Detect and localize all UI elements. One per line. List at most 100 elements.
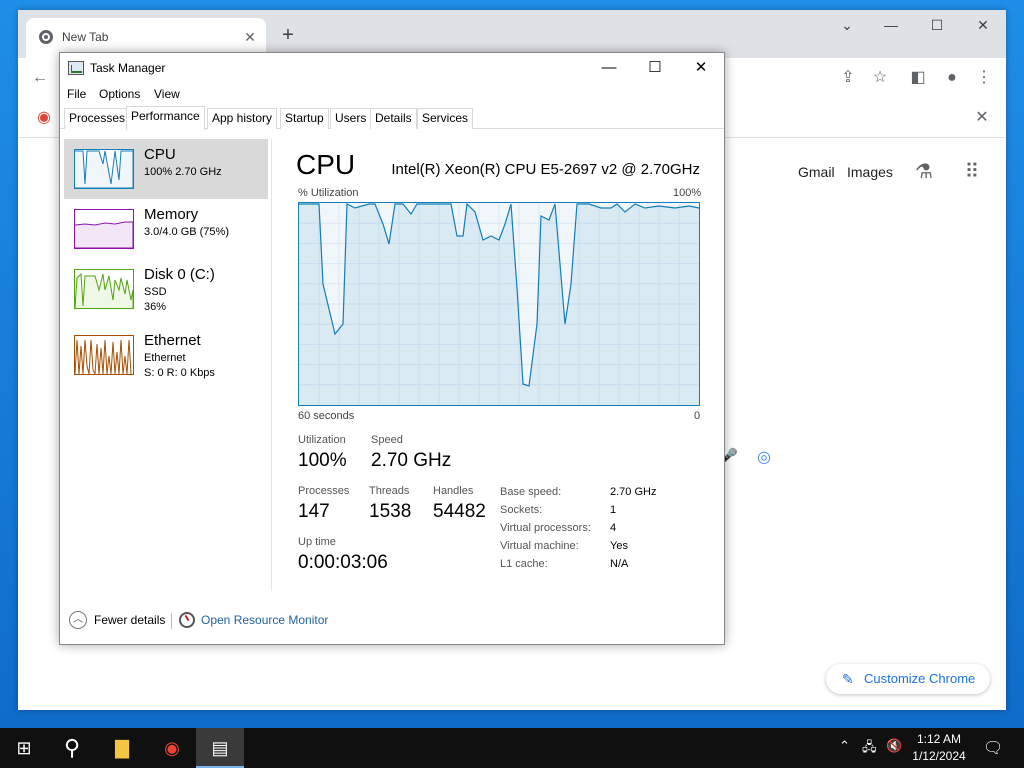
task-manager-taskbar-icon[interactable]: ▤ — [196, 728, 244, 768]
resource-monitor-icon — [179, 612, 195, 628]
spec-virtual-machine-label: Virtual machine: — [500, 540, 579, 552]
gmail-link[interactable]: Gmail — [798, 164, 835, 180]
notifications-icon[interactable]: 🗨 — [983, 738, 1003, 758]
search-icon[interactable]: ⚲ — [48, 728, 96, 768]
footer-divider — [171, 613, 172, 629]
apps-grid-icon[interactable]: ⠿ — [960, 160, 984, 184]
resource-cpu[interactable]: CPU 100% 2.70 GHz — [64, 139, 268, 199]
tray-chevron-up-icon[interactable]: ⌃ — [839, 738, 850, 754]
utilization-value: 100% — [298, 450, 347, 471]
taskbar: ⊞ ⚲ ▇ ◉ ▤ ⌃ 🖧 🔇 1:12 AM 1/12/2024 🗨 — [0, 728, 1024, 768]
start-button[interactable]: ⊞ — [0, 728, 48, 768]
customize-chrome-button[interactable]: ✎ Customize Chrome — [826, 664, 990, 694]
more-menu-icon[interactable]: ⋮ — [972, 66, 996, 90]
tab-users[interactable]: Users — [330, 108, 372, 129]
close-bar-icon[interactable]: ✕ — [970, 106, 994, 130]
lens-search-icon[interactable]: ◎ — [752, 446, 776, 470]
graph-min-label: 0 — [694, 410, 701, 422]
chevron-down-icon[interactable]: ⌄ — [824, 10, 870, 40]
system-clock[interactable]: 1:12 AM 1/12/2024 — [904, 731, 974, 765]
resource-memory-usage: 3.0/4.0 GB (75%) — [144, 226, 229, 238]
spec-l1-cache-value: N/A — [610, 558, 629, 570]
task-manager-titlebar[interactable]: Task Manager — ☐ ✕ — [60, 53, 724, 83]
spec-l1-cache-label: L1 cache: — [500, 558, 548, 570]
close-window-button[interactable]: ✕ — [960, 10, 1006, 40]
cpu-thumbnail — [74, 149, 134, 189]
resource-cpu-usage: 100% 2.70 GHz — [144, 166, 222, 178]
processes-value: 147 — [298, 501, 330, 522]
maximize-button[interactable]: ☐ — [914, 10, 960, 40]
bookmark-star-icon[interactable]: ☆ — [868, 66, 892, 90]
tab-app-history[interactable]: App history — [207, 108, 278, 129]
cpu-utilization-graph — [298, 202, 700, 406]
tab-services[interactable]: Services — [417, 108, 474, 129]
maximize-button[interactable]: ☐ — [632, 53, 678, 83]
tab-processes[interactable]: Processes — [64, 108, 131, 129]
tab-startup[interactable]: Startup — [280, 108, 329, 129]
resource-ethernet-adapter: Ethernet — [144, 352, 186, 364]
resource-memory-name: Memory — [144, 206, 199, 223]
chrome-taskbar-icon[interactable]: ◉ — [148, 728, 196, 768]
open-resource-monitor-link[interactable]: Open Resource Monitor — [201, 613, 328, 627]
profile-avatar-icon[interactable]: ● — [940, 66, 964, 90]
network-icon[interactable]: 🖧 — [862, 738, 877, 760]
spec-sockets-label: Sockets: — [500, 504, 543, 516]
clock-time: 1:12 AM — [916, 732, 962, 746]
volume-muted-icon[interactable]: 🔇 — [886, 738, 902, 754]
task-manager-icon — [68, 61, 84, 75]
menu-bar: File Options View — [60, 83, 724, 105]
resource-memory[interactable]: Memory 3.0/4.0 GB (75%) — [64, 199, 268, 259]
menu-file[interactable]: File — [67, 87, 86, 101]
menu-view[interactable]: View — [154, 87, 180, 101]
uptime-label: Up time — [298, 536, 336, 548]
window-title: Task Manager — [90, 61, 166, 75]
panel-divider — [271, 139, 272, 591]
images-link[interactable]: Images — [847, 164, 893, 180]
handles-label: Handles — [433, 485, 474, 497]
spec-virtual-processors-value: 4 — [610, 522, 617, 534]
memory-thumbnail — [74, 209, 134, 249]
handles-value: 54482 — [433, 501, 486, 522]
chrome-tab-strip: New Tab ✕ + ⌄ — ☐ ✕ — [18, 10, 1006, 58]
minimize-button[interactable]: — — [868, 10, 914, 40]
threads-value: 1538 — [369, 501, 412, 522]
disk-thumbnail — [74, 269, 134, 309]
speed-label: Speed — [371, 434, 403, 446]
graph-max-label: 100% — [673, 187, 702, 199]
processes-label: Processes — [298, 485, 350, 497]
fewer-details-button[interactable]: Fewer details — [94, 613, 165, 627]
side-panel-icon[interactable]: ◧ — [906, 66, 930, 90]
tab-bar: Processes Performance App history Startu… — [60, 106, 724, 130]
chrome-favicon-icon — [39, 30, 53, 44]
clock-date: 1/12/2024 — [912, 749, 966, 763]
tab-performance[interactable]: Performance — [126, 106, 205, 130]
pencil-icon: ✎ — [842, 671, 854, 687]
utilization-label: Utilization — [298, 434, 346, 446]
spec-virtual-processors-label: Virtual processors: — [500, 522, 591, 534]
resource-disk-type: SSD — [144, 286, 167, 298]
tab-details[interactable]: Details — [370, 108, 417, 129]
uptime-value: 0:00:03:06 — [298, 552, 388, 573]
cpu-detail-panel: CPU Intel(R) Xeon(R) CPU E5-2697 v2 @ 2.… — [273, 129, 723, 593]
new-tab-button[interactable]: + — [276, 24, 300, 48]
close-tab-icon[interactable]: ✕ — [240, 27, 260, 47]
menu-options[interactable]: Options — [99, 87, 140, 101]
minimize-button[interactable]: — — [586, 53, 632, 83]
resource-ethernet[interactable]: Ethernet Ethernet S: 0 R: 0 Kbps — [64, 325, 268, 385]
resource-ethernet-name: Ethernet — [144, 332, 201, 349]
speed-value: 2.70 GHz — [371, 450, 452, 471]
resource-ethernet-throughput: S: 0 R: 0 Kbps — [144, 367, 215, 379]
resource-disk[interactable]: Disk 0 (C:) SSD 36% — [64, 259, 268, 319]
close-button[interactable]: ✕ — [678, 53, 724, 83]
ethernet-thumbnail — [74, 335, 134, 376]
threads-label: Threads — [369, 485, 410, 497]
spec-virtual-machine-value: Yes — [610, 540, 628, 552]
resource-disk-usage: 36% — [144, 301, 167, 313]
chevron-up-icon[interactable]: ︿ — [69, 611, 87, 629]
spec-base-speed-label: Base speed: — [500, 486, 562, 498]
file-explorer-icon[interactable]: ▇ — [98, 728, 146, 768]
back-arrow-icon[interactable]: ← — [28, 66, 52, 90]
labs-flask-icon[interactable]: ⚗ — [912, 160, 936, 184]
share-icon[interactable]: ⇪ — [836, 66, 860, 90]
resource-disk-name: Disk 0 (C:) — [144, 266, 215, 283]
